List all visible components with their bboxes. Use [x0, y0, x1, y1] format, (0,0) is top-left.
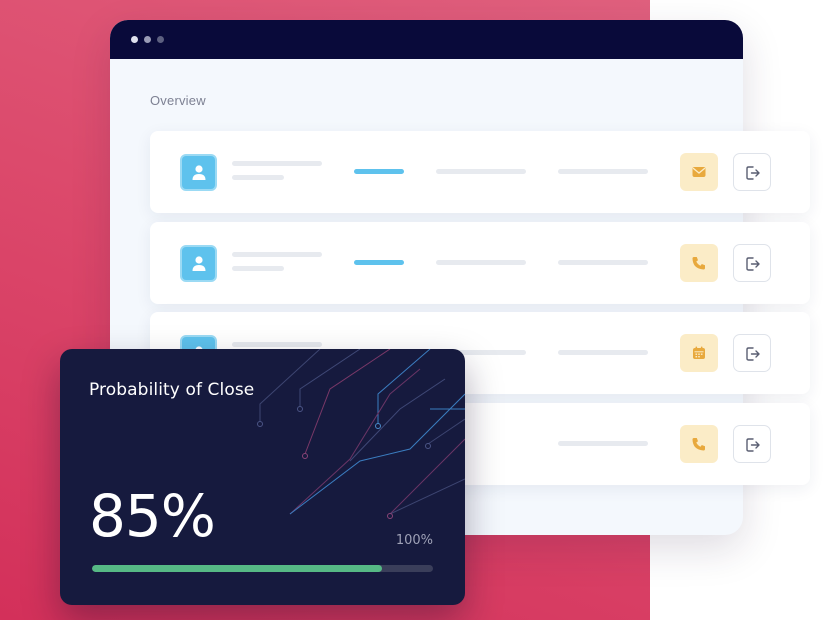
subtitle-placeholder	[232, 266, 284, 271]
mail-icon	[692, 167, 706, 177]
exit-icon	[746, 347, 760, 361]
calendar-icon	[693, 346, 705, 359]
phone-icon	[692, 438, 705, 451]
name-placeholder	[232, 342, 322, 347]
probability-max-label: 100%	[395, 533, 433, 548]
column-placeholder	[436, 169, 526, 174]
open-record-button[interactable]	[733, 244, 771, 282]
window-titlebar	[110, 20, 743, 59]
probability-progress-fill	[92, 565, 382, 572]
call-button[interactable]	[680, 425, 718, 463]
exit-icon	[746, 257, 760, 271]
open-record-button[interactable]	[733, 153, 771, 191]
phone-icon	[692, 257, 705, 270]
subtitle-placeholder	[232, 175, 284, 180]
column-placeholder	[558, 441, 648, 446]
user-icon	[192, 256, 206, 271]
probability-progress-bar	[92, 565, 433, 572]
probability-title: Probability of Close	[89, 380, 255, 400]
column-placeholder	[436, 260, 526, 265]
window-dot-1[interactable]	[131, 36, 138, 43]
exit-icon	[746, 166, 760, 180]
open-record-button[interactable]	[733, 334, 771, 372]
column-placeholder	[558, 350, 648, 355]
probability-value: 85%	[89, 482, 216, 550]
avatar	[180, 245, 217, 282]
call-button[interactable]	[680, 244, 718, 282]
name-placeholder	[232, 161, 322, 166]
avatar	[180, 154, 217, 191]
status-placeholder	[354, 169, 404, 174]
window-dot-2[interactable]	[144, 36, 151, 43]
status-placeholder	[354, 260, 404, 265]
exit-icon	[746, 438, 760, 452]
section-title: Overview	[150, 93, 206, 108]
probability-card: Probability of Close 85% 100%	[60, 349, 465, 605]
open-record-button[interactable]	[733, 425, 771, 463]
list-item[interactable]	[150, 131, 810, 213]
window-dot-3[interactable]	[157, 36, 164, 43]
column-placeholder	[558, 169, 648, 174]
schedule-button[interactable]	[680, 334, 718, 372]
name-placeholder	[232, 252, 322, 257]
email-button[interactable]	[680, 153, 718, 191]
user-icon	[192, 165, 206, 180]
list-item[interactable]	[150, 222, 810, 304]
column-placeholder	[558, 260, 648, 265]
